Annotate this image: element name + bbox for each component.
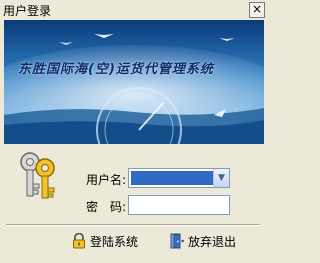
- login-window: 用户登录 × 东胜国际海(空)运货代管理系统 用户名: ▼ 密 码: 登陆系统 …: [0, 0, 268, 263]
- padlock-icon: [73, 233, 85, 249]
- title-bar[interactable]: 用户登录 ×: [0, 0, 268, 20]
- close-icon: ×: [251, 2, 263, 16]
- username-label: 用户名:: [86, 173, 127, 187]
- banner-title: 东胜国际海(空)运货代管理系统: [18, 62, 214, 77]
- separator: [6, 224, 260, 226]
- chevron-down-icon[interactable]: ▼: [213, 169, 229, 187]
- banner-artwork: [4, 20, 264, 144]
- window-title: 用户登录: [3, 4, 52, 18]
- door-exit-icon: [170, 233, 184, 249]
- password-field[interactable]: [128, 195, 230, 215]
- username-selected-value: [131, 171, 213, 185]
- password-label: 密 码:: [86, 200, 127, 214]
- cancel-exit-label: 放弃退出: [188, 234, 237, 249]
- username-select[interactable]: ▼: [128, 168, 230, 188]
- banner-image: 东胜国际海(空)运货代管理系统: [4, 20, 264, 144]
- keys-icon: [17, 150, 59, 203]
- login-label: 登陆系统: [90, 234, 139, 249]
- close-button[interactable]: ×: [249, 2, 265, 18]
- cancel-exit-button[interactable]: 放弃退出: [170, 230, 236, 252]
- login-button[interactable]: 登陆系统: [72, 230, 138, 252]
